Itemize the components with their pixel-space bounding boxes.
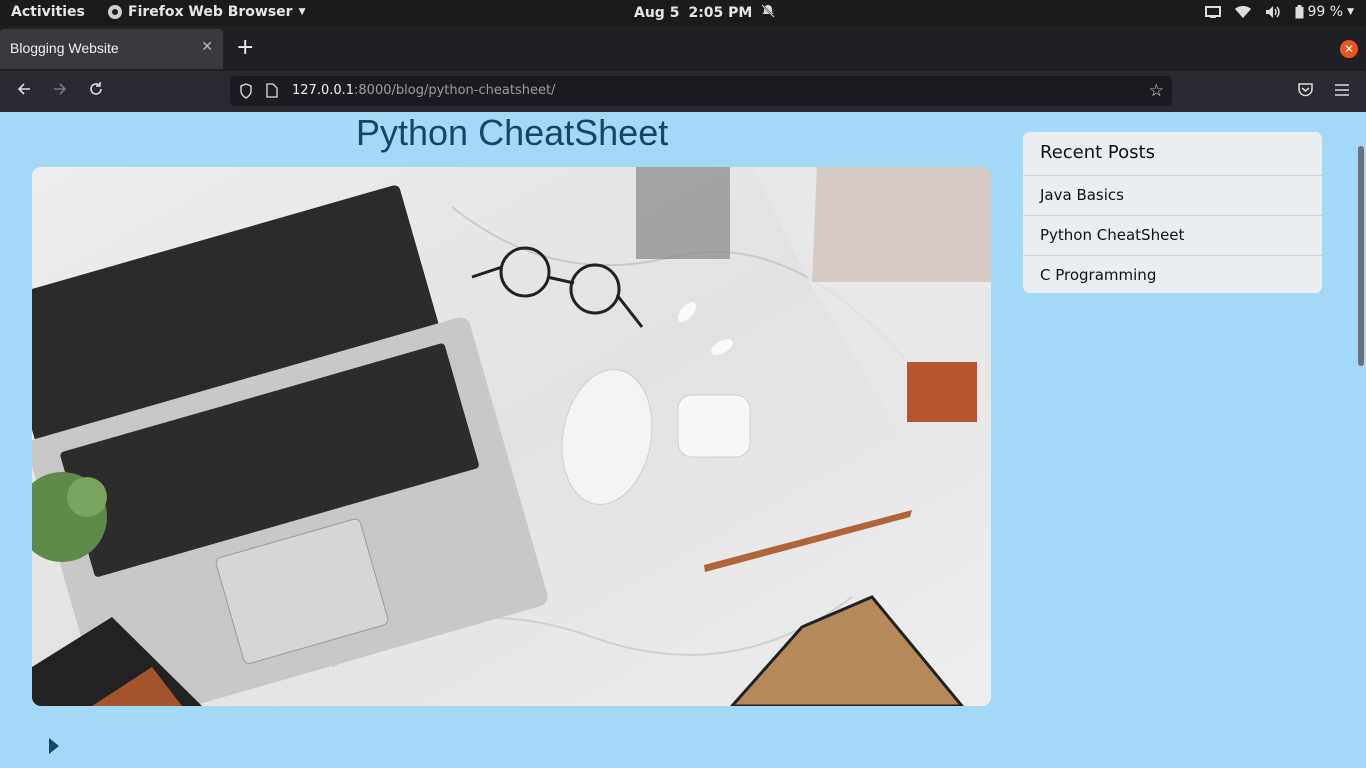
display-icon — [1204, 5, 1221, 19]
battery-icon — [1295, 5, 1303, 19]
tab-title: Blogging Website — [10, 40, 119, 56]
pocket-icon[interactable] — [1297, 82, 1314, 102]
forward-button[interactable] — [52, 81, 68, 101]
shield-icon[interactable] — [239, 83, 253, 103]
tab-strip: Blogging Website ✕ + ✕ — [0, 26, 1366, 71]
system-top-bar: Activities Firefox Web Browser ▼ Aug 5 2… — [0, 0, 1366, 26]
post-title: Python CheatSheet — [356, 112, 669, 153]
caret-down-icon: ▼ — [1347, 7, 1354, 17]
firefox-icon — [108, 5, 122, 19]
url-text[interactable]: 127.0.0.1:8000/blog/python-cheatsheet/ — [292, 83, 555, 98]
page-content: Python CheatSheet Recent Posts Java Basi… — [0, 112, 1366, 768]
recent-posts-heading: Recent Posts — [1023, 132, 1322, 176]
hamburger-menu-icon[interactable] — [1334, 82, 1350, 101]
bookmark-star-icon[interactable]: ☆ — [1149, 81, 1164, 101]
desk-photo — [32, 167, 991, 706]
volume-icon — [1265, 5, 1281, 19]
time: 2:05 PM — [688, 5, 753, 21]
close-tab-icon[interactable]: ✕ — [201, 39, 213, 55]
tab-blogging-website[interactable]: Blogging Website ✕ — [0, 29, 223, 69]
url-path: :8000/blog/python-cheatsheet/ — [354, 83, 556, 98]
vertical-scrollbar[interactable] — [1358, 146, 1364, 366]
system-tray[interactable]: 99 % ▼ — [1204, 4, 1354, 20]
address-bar[interactable]: 127.0.0.1:8000/blog/python-cheatsheet/ ☆ — [230, 76, 1172, 106]
reload-button[interactable] — [88, 81, 104, 101]
new-tab-button[interactable]: + — [236, 37, 254, 59]
clock[interactable]: Aug 5 2:05 PM — [634, 4, 776, 22]
recent-posts-panel: Recent Posts Java Basics Python CheatShe… — [1023, 132, 1322, 293]
battery-percent: 99 % — [1307, 4, 1344, 20]
page-icon — [266, 83, 278, 102]
recent-post-c-programming[interactable]: C Programming — [1023, 256, 1322, 293]
url-host: 127.0.0.1 — [292, 83, 355, 98]
caret-down-icon: ▼ — [298, 7, 306, 17]
back-button[interactable] — [16, 81, 32, 101]
recent-post-java-basics[interactable]: Java Basics — [1023, 176, 1322, 216]
wifi-icon — [1234, 5, 1251, 19]
activities-button[interactable]: Activities — [11, 4, 85, 20]
app-menu[interactable]: Firefox Web Browser ▼ — [108, 4, 306, 20]
window-close-button[interactable]: ✕ — [1340, 40, 1358, 58]
post-hero-image — [32, 167, 991, 706]
date: Aug 5 — [634, 5, 680, 21]
app-name: Firefox Web Browser — [128, 4, 293, 20]
expand-triangle-icon[interactable] — [48, 738, 60, 758]
recent-post-python-cheatsheet[interactable]: Python CheatSheet — [1023, 216, 1322, 256]
notifications-muted-icon — [761, 4, 776, 22]
battery-indicator: 99 % ▼ — [1295, 4, 1354, 20]
navigation-bar: 127.0.0.1:8000/blog/python-cheatsheet/ ☆ — [0, 71, 1366, 112]
